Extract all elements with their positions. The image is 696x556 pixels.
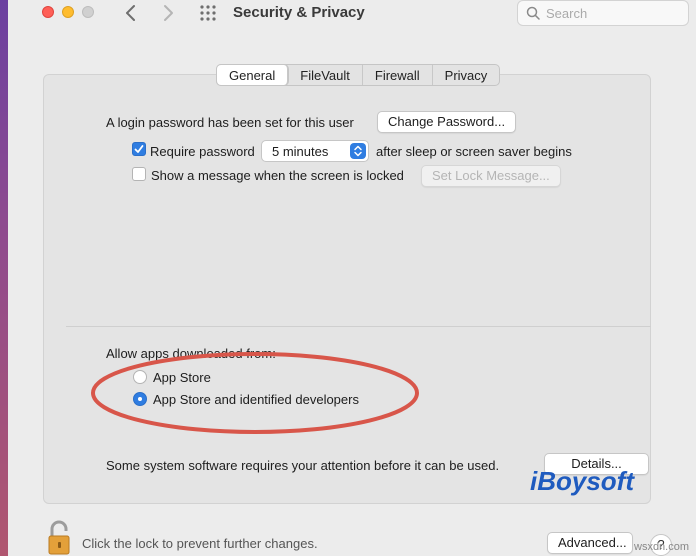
allow-apps-heading: Allow apps downloaded from: xyxy=(106,346,276,361)
preferences-window: Security & Privacy General FileVault Fir… xyxy=(8,0,696,556)
radio-app-store-identified[interactable] xyxy=(133,392,147,406)
back-button[interactable] xyxy=(121,2,141,24)
window-title: Security & Privacy xyxy=(233,4,365,21)
lock-button[interactable] xyxy=(46,520,74,556)
radio-app-store-label: App Store xyxy=(153,370,211,385)
general-panel: A login password has been set for this u… xyxy=(43,74,651,504)
chevron-left-icon xyxy=(126,5,135,21)
lock-status-text: Click the lock to prevent further change… xyxy=(82,536,318,551)
show-message-label: Show a message when the screen is locked xyxy=(151,168,404,183)
desktop-background xyxy=(0,0,8,556)
tab-bar: General FileVault Firewall Privacy xyxy=(216,64,501,86)
require-password-label: Require password xyxy=(150,144,255,159)
radio-app-store-identified-label: App Store and identified developers xyxy=(153,392,359,407)
lock-open-icon xyxy=(48,520,70,555)
checkmark-icon xyxy=(134,145,144,153)
require-password-checkbox[interactable] xyxy=(132,142,146,156)
tab-firewall[interactable]: Firewall xyxy=(363,65,433,85)
search-field[interactable] xyxy=(517,0,689,26)
search-input[interactable] xyxy=(546,4,682,22)
minimize-window-button[interactable] xyxy=(62,6,74,18)
close-window-button[interactable] xyxy=(42,6,54,18)
radio-app-store[interactable] xyxy=(133,370,147,384)
tab-privacy[interactable]: Privacy xyxy=(433,65,500,85)
tab-general[interactable]: General xyxy=(217,65,289,85)
show-message-checkbox[interactable] xyxy=(132,167,146,181)
password-interval-select[interactable]: 5 minutes xyxy=(261,140,369,162)
chevron-right-icon xyxy=(164,5,173,21)
zoom-window-button[interactable] xyxy=(82,6,94,18)
title-bar: Security & Privacy xyxy=(8,0,696,40)
password-interval-value: 5 minutes xyxy=(272,144,329,159)
tab-filevault[interactable]: FileVault xyxy=(288,65,363,85)
search-icon xyxy=(526,6,540,20)
forward-button[interactable] xyxy=(158,2,178,24)
set-lock-message-button[interactable]: Set Lock Message... xyxy=(421,165,561,187)
attention-text: Some system software requires your atten… xyxy=(106,458,500,473)
login-password-text: A login password has been set for this u… xyxy=(106,115,354,130)
show-all-button[interactable] xyxy=(199,4,217,22)
stepper-arrows-icon xyxy=(350,143,366,159)
change-password-button[interactable]: Change Password... xyxy=(377,111,517,133)
watermark-logo: iBoysoft xyxy=(530,466,634,496)
grid-icon xyxy=(200,5,216,21)
require-password-suffix: after sleep or screen saver begins xyxy=(376,144,572,159)
site-watermark: wsxdn.com xyxy=(634,541,690,553)
section-divider xyxy=(66,326,651,327)
advanced-button[interactable]: Advanced... xyxy=(547,532,633,554)
